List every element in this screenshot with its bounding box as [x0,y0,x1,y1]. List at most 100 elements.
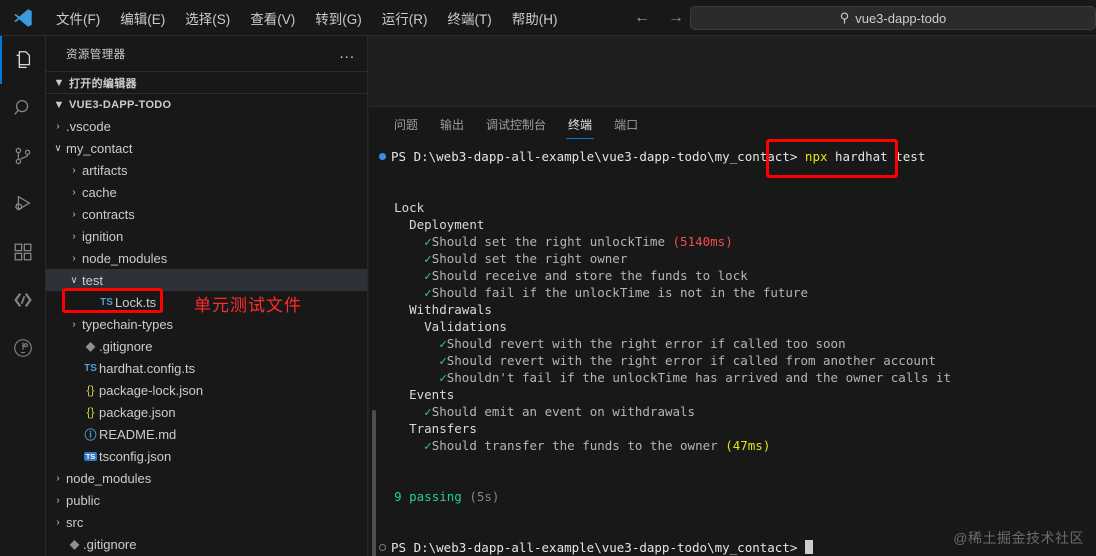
test-pass-check-icon: ✓ [424,268,432,283]
tree-item-label: src [66,514,84,530]
tree-item-cache[interactable]: › cache [46,181,367,203]
tree-item-test[interactable]: ∨ test [46,269,367,291]
terminal-output[interactable]: PS D:\web3-dapp-all-example\vue3-dapp-to… [369,142,1096,556]
menu-view[interactable]: 查看(V) [240,5,305,31]
chevron-right-icon: › [72,318,76,330]
tree-item-readme-md[interactable]: ⓘ README.md [46,423,367,445]
summary-passing-count: 9 passing [394,489,462,504]
tab-problems[interactable]: 问题 [383,107,429,142]
menu-run[interactable]: 运行(R) [372,5,438,31]
command-npx: npx [804,149,828,164]
tree-item-label: contracts [82,206,135,222]
tree-item-vscode[interactable]: › .vscode [46,115,367,137]
terminal-command-line: PS D:\web3-dapp-all-example\vue3-dapp-to… [369,148,1096,165]
section-open-editors[interactable]: ▼ 打开的编辑器 [46,71,367,93]
activity-item-extensions[interactable] [0,228,46,276]
test-pass-check-icon: ✓ [424,251,432,266]
tab-ports[interactable]: 端口 [603,107,649,142]
tab-debug-console[interactable]: 调试控制台 [475,107,557,142]
tree-item-label: tsconfig.json [99,448,172,464]
prompt-path: PS D:\web3-dapp-all-example\vue3-dapp-to… [391,149,798,164]
test-duration: (5140ms) [672,234,733,249]
tree-item-node-modules[interactable]: › node_modules [46,467,367,489]
prompt-status-ring [379,544,386,551]
chevron-right-icon: › [56,120,60,132]
test-suite-label: Transfers [409,421,477,436]
typescript-file-icon: TS [84,362,97,374]
menu-select[interactable]: 选择(S) [175,5,240,31]
watermark: @稀土掘金技术社区 [953,530,1084,546]
tree-item-label: README.md [99,426,177,442]
back-arrow-icon[interactable]: ← [634,9,650,27]
terminal-blank [369,182,1096,199]
test-suite-label: Lock [394,200,425,215]
menu-help[interactable]: 帮助(H) [502,5,568,31]
tree-item-label: typechain-types [82,316,174,332]
menu-go[interactable]: 转到(G) [305,5,372,31]
tree-item-hardhat-config-ts[interactable]: TS hardhat.config.ts [46,357,367,379]
tab-output[interactable]: 输出 [429,107,475,142]
terminal-scrollbar[interactable] [372,410,376,556]
tree-item-src[interactable]: › src [46,511,367,533]
tree-item-public[interactable]: › public [46,489,367,511]
tree-item-gitignore[interactable]: ◆ .gitignore [46,335,367,357]
activity-item-search[interactable] [0,84,46,132]
forward-arrow-icon[interactable]: → [668,9,684,27]
tree-item-tsconfig-json[interactable]: TS tsconfig.json [46,445,367,467]
terminal-test-line: ✓Should revert with the right error if c… [369,335,1096,352]
tab-terminal[interactable]: 终端 [557,107,603,142]
terminal-summary-line: 9 passing (5s) [369,488,1096,505]
activity-item-source-control[interactable] [0,132,46,180]
test-pass-check-icon: ✓ [439,336,447,351]
test-pass-check-icon: ✓ [424,285,432,300]
chevron-right-icon: › [72,164,76,176]
tree-item-contracts[interactable]: › contracts [46,203,367,225]
terminal-blank [369,505,1096,522]
activity-item-testing[interactable] [0,324,46,372]
tree-item-gitignore[interactable]: ◆ .gitignore [46,533,367,555]
activity-item-explorer[interactable] [0,36,46,84]
terminal-cursor [804,540,813,554]
prompt-status-dot [379,153,386,160]
terminal-blank [369,454,1096,471]
json-file-icon: {} [86,405,95,419]
test-suite-label: Withdrawals [409,302,492,317]
tree-item-label: ignition [82,228,124,244]
tree-item-package-json[interactable]: {} package.json [46,401,367,423]
tree-item-ignition[interactable]: › ignition [46,225,367,247]
test-case-label: Should fail if the unlockTime is not in … [431,285,808,300]
test-case-label: Should receive and store the funds to lo… [431,268,748,283]
chevron-down-icon: ∨ [70,274,78,286]
tree-item-label: Lock.ts [115,294,157,310]
test-case-label: Should set the right unlockTime [431,234,665,249]
test-case-label: Should set the right owner [431,251,628,266]
tree-item-label: .gitignore [83,536,137,552]
test-pass-check-icon: ✓ [424,404,432,419]
tree-item-artifacts[interactable]: › artifacts [46,159,367,181]
menu-bar: 文件(F) 编辑(E) 选择(S) 查看(V) 转到(G) 运行(R) 终端(T… [46,0,568,36]
tree-item-package-lock-json[interactable]: {} package-lock.json [46,379,367,401]
tree-item-node-modules[interactable]: › node_modules [46,247,367,269]
command-center-search[interactable]: ⚲ vue3-dapp-todo [690,6,1096,30]
menu-edit[interactable]: 编辑(E) [110,5,175,31]
tree-item-label: package-lock.json [99,382,204,398]
activity-item-run-and-debug[interactable] [0,180,46,228]
chevron-right-icon: › [72,186,76,198]
sidebar-title-bar: 资源管理器 ... [46,36,367,71]
tree-item-label: my_contact [66,140,133,156]
activity-item-remote-explorer[interactable] [0,276,46,324]
tree-item-my-contact[interactable]: ∨ my_contact [46,137,367,159]
project-root-label: VUE3-DAPP-TODO [69,98,172,111]
test-case-label: Shouldn't fail if the unlockTime has arr… [446,370,951,385]
tree-item-typechain-types[interactable]: › typechain-types [46,313,367,335]
menu-terminal[interactable]: 终端(T) [438,5,502,31]
menu-file[interactable]: 文件(F) [46,5,110,31]
test-suite-label: Validations [424,319,507,334]
tree-item-label: test [82,272,103,288]
terminal-suite-line: Deployment [369,216,1096,233]
terminal-suite-line: Lock [369,199,1096,216]
tree-item-label: package.json [99,404,176,420]
section-project-root[interactable]: ▼ VUE3-DAPP-TODO [46,93,367,115]
more-actions-icon[interactable]: ... [339,46,355,61]
prompt-path: PS D:\web3-dapp-all-example\vue3-dapp-to… [391,540,798,555]
